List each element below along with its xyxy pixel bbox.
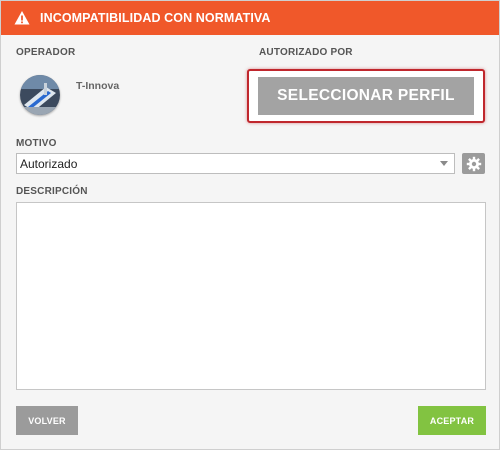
operator-name: T-Innova xyxy=(76,80,120,92)
chevron-down-icon[interactable] xyxy=(440,161,448,166)
back-button[interactable]: VOLVER xyxy=(16,406,78,435)
dialog-header: INCOMPATIBILIDAD CON NORMATIVA xyxy=(1,1,499,35)
incompatibility-dialog: INCOMPATIBILIDAD CON NORMATIVA OPERADOR … xyxy=(0,0,500,450)
warning-icon xyxy=(14,10,30,26)
select-profile-highlight: SELECCIONAR PERFIL xyxy=(247,69,485,123)
motivo-selected-value: Autorizado xyxy=(20,156,78,171)
authorized-by-label: AUTORIZADO POR xyxy=(259,47,353,58)
description-textarea[interactable] xyxy=(16,202,486,390)
description-label: DESCRIPCIÓN xyxy=(16,186,88,197)
motivo-settings-button[interactable] xyxy=(462,153,485,174)
select-profile-button[interactable]: SELECCIONAR PERFIL xyxy=(258,77,474,115)
motivo-select[interactable]: Autorizado xyxy=(16,153,455,174)
operator-avatar xyxy=(20,75,60,115)
gear-icon xyxy=(466,156,482,172)
motivo-label: MOTIVO xyxy=(16,138,57,149)
accept-button[interactable]: ACEPTAR xyxy=(418,406,486,435)
dialog-title: INCOMPATIBILIDAD CON NORMATIVA xyxy=(40,11,271,25)
operator-label: OPERADOR xyxy=(16,47,76,58)
